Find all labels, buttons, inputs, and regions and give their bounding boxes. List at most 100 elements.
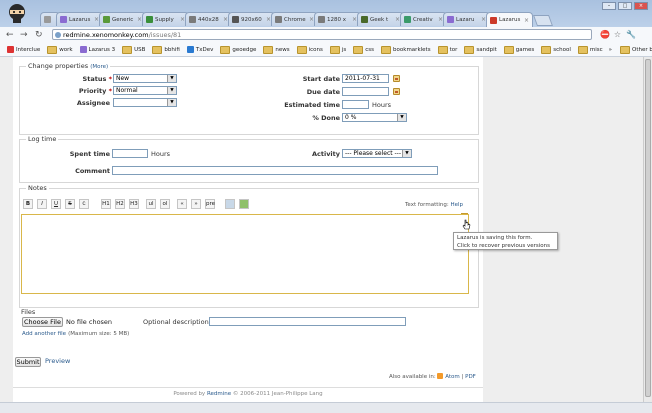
favicon-icon	[490, 16, 497, 24]
tab-label: Lazarus	[499, 17, 521, 23]
done-ratio-label: % Done	[312, 114, 340, 122]
bold-button[interactable]: B	[23, 199, 33, 209]
outdent-button[interactable]: »	[191, 199, 201, 209]
bookmark-13[interactable]: sandpit	[464, 45, 497, 54]
indent-button[interactable]: «	[177, 199, 187, 209]
bookmark-2[interactable]: Lazarus 3	[79, 46, 115, 53]
bookmark-label: school	[553, 46, 571, 53]
bookmark-7[interactable]: news	[263, 45, 290, 54]
tab-2[interactable]: Supply ×	[142, 12, 189, 26]
notes-textarea[interactable]	[21, 214, 469, 294]
tab-4[interactable]: 920x60 ×	[228, 12, 275, 26]
calendar-icon[interactable]	[393, 75, 400, 82]
code-button[interactable]: C	[79, 199, 89, 209]
bookmark-9[interactable]: js	[329, 45, 346, 54]
bookmark-11[interactable]: bookmarklets	[381, 45, 431, 54]
preview-link[interactable]: Preview	[45, 357, 70, 365]
start-date-input[interactable]: 2011-07-31	[342, 74, 389, 83]
bookmark-8[interactable]: icons	[296, 45, 323, 54]
bookmark-5[interactable]: TxDev	[186, 46, 214, 53]
other-bookmarks[interactable]: Other bookmarks	[620, 45, 652, 54]
maximize-button[interactable]: □	[618, 2, 632, 10]
due-date-input[interactable]	[342, 87, 389, 96]
spent-time-input[interactable]	[112, 149, 148, 158]
priority-label: Priority *	[78, 87, 112, 95]
link-button[interactable]	[239, 199, 249, 209]
bookmark-0[interactable]: Interclue	[7, 46, 40, 53]
folder-icon	[503, 45, 514, 54]
more-link[interactable]: (More)	[90, 64, 108, 70]
done-ratio-select[interactable]: 0 % ▼	[342, 113, 407, 122]
favicon-icon	[404, 16, 411, 23]
bookmark-6[interactable]: geoedge	[220, 45, 256, 54]
submit-button[interactable]: Submit	[15, 357, 41, 367]
chevron-down-icon: ▼	[167, 99, 176, 106]
bookmark-16[interactable]: misc	[577, 45, 603, 54]
tab-0[interactable]: Lazarus ×	[56, 12, 103, 26]
italic-button[interactable]: I	[37, 199, 47, 209]
bookmark-1[interactable]: work	[47, 45, 73, 54]
no-file-chosen: No file chosen	[66, 318, 113, 326]
underline-button[interactable]: U	[51, 199, 61, 209]
help-link[interactable]: Help	[451, 202, 464, 208]
bookmark-label: TxDev	[195, 46, 214, 53]
optional-description-label: Optional description	[143, 318, 209, 326]
scrollbar-thumb[interactable]	[645, 59, 651, 397]
atom-link[interactable]: Atom	[445, 374, 460, 380]
wrench-icon[interactable]: 🔧	[626, 30, 636, 39]
tab-label: Lazaru	[456, 16, 475, 23]
tab-10[interactable]: Lazarus ×	[486, 12, 533, 27]
tab-9[interactable]: Lazaru ×	[443, 12, 490, 26]
tab-1[interactable]: Generic ×	[99, 12, 146, 26]
pre-button[interactable]: pre	[205, 199, 215, 209]
log-time-fieldset: Log time Spent time Hours Activity --- P…	[19, 135, 479, 183]
h2-button[interactable]: H2	[115, 199, 125, 209]
choose-file-button[interactable]: Choose File	[22, 317, 63, 327]
strike-button[interactable]: S	[65, 199, 75, 209]
tab-7[interactable]: Geek t ×	[357, 12, 404, 26]
new-tab-button[interactable]	[532, 15, 554, 26]
close-tab-icon[interactable]: ×	[524, 17, 529, 24]
image-button[interactable]	[225, 199, 235, 209]
unordered-list-button[interactable]: ul	[146, 199, 156, 209]
h3-button[interactable]: H3	[129, 199, 139, 209]
vertical-scrollbar[interactable]	[643, 57, 652, 402]
calendar-icon[interactable]	[393, 88, 400, 95]
due-date-label: Due date	[306, 88, 340, 96]
ordered-list-button[interactable]: ol	[160, 199, 170, 209]
address-bar[interactable]: redmine.xenomonkey.com/issues/81	[52, 29, 592, 40]
powered-by: Powered by Redmine © 2006-2011 Jean-Phil…	[173, 391, 323, 397]
tab-6[interactable]: 1280 x ×	[314, 12, 361, 26]
bookmark-10[interactable]: css	[353, 45, 374, 54]
bookmark-15[interactable]: school	[541, 45, 571, 54]
priority-select[interactable]: Normal ▼	[113, 86, 177, 95]
back-icon[interactable]: ←	[6, 30, 14, 40]
close-window-button[interactable]: ×	[634, 2, 648, 10]
comment-input[interactable]	[112, 166, 438, 175]
pdf-link[interactable]: PDF	[465, 374, 476, 380]
star-icon[interactable]: ☆	[613, 30, 622, 39]
tab-3[interactable]: 440x28 ×	[185, 12, 232, 26]
activity-select[interactable]: --- Please select --- ▼	[342, 149, 412, 158]
bookmark-4[interactable]: bbhifi	[152, 45, 180, 54]
text-formatting: Text formatting: Help	[405, 202, 464, 208]
tab-5[interactable]: Chrome ×	[271, 12, 318, 26]
minimize-button[interactable]: –	[602, 2, 616, 10]
h1-button[interactable]: H1	[101, 199, 111, 209]
assignee-select[interactable]: ▼	[113, 98, 177, 107]
bookmark-3[interactable]: USB	[122, 45, 145, 54]
redmine-link[interactable]: Redmine	[207, 391, 231, 397]
add-another-file-link[interactable]: Add another file	[22, 331, 66, 337]
bookmarks-overflow-button[interactable]: »	[609, 47, 612, 53]
reload-icon[interactable]: ↻	[35, 30, 43, 40]
bookmark-12[interactable]: tor	[437, 45, 457, 54]
favicon-icon	[146, 16, 153, 23]
also-available: Also available in: Atom | PDF	[389, 373, 476, 380]
bookmark-14[interactable]: games	[503, 45, 534, 54]
stop-icon[interactable]: ⛔	[600, 30, 610, 39]
forward-icon[interactable]: →	[20, 30, 28, 40]
estimated-time-input[interactable]	[342, 100, 369, 109]
file-description-input[interactable]	[209, 317, 406, 326]
tab-8[interactable]: Creativ ×	[400, 12, 447, 26]
status-select[interactable]: New ▼	[113, 74, 177, 83]
